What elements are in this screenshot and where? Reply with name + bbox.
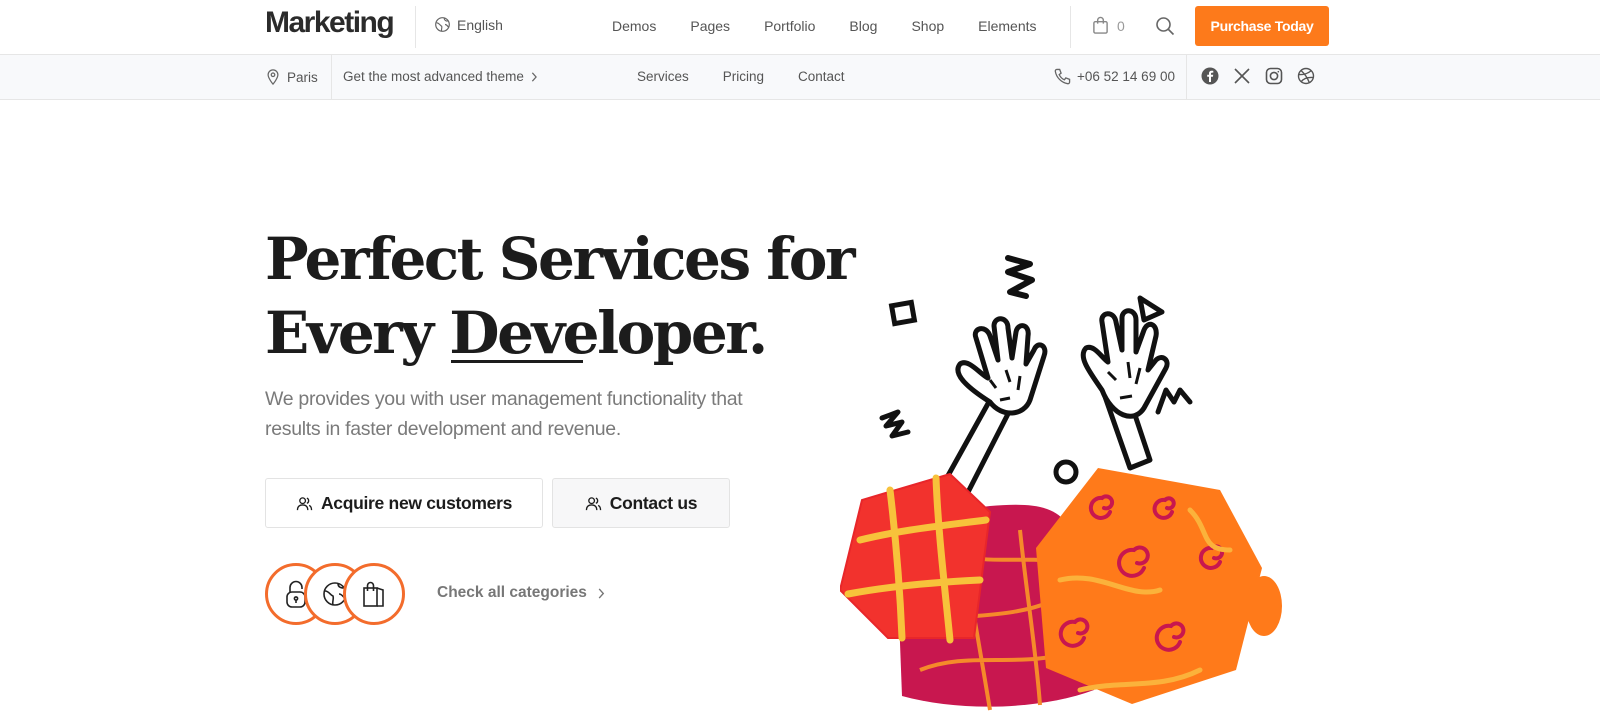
sub-nav: Services Pricing Contact — [637, 69, 879, 84]
logo[interactable]: Marketing — [265, 6, 395, 40]
nav-shop[interactable]: Shop — [911, 18, 944, 34]
search-icon — [1156, 17, 1175, 36]
acquire-customers-button[interactable]: Acquire new customers — [265, 478, 543, 528]
check-categories-label: Check all categories — [437, 584, 587, 601]
shopping-bag-icon — [1093, 16, 1108, 34]
promo-label: Get the most advanced theme — [343, 69, 524, 84]
divider — [1186, 55, 1187, 99]
headline-line-1: Perfect Services for — [265, 225, 856, 293]
purchase-button[interactable]: Purchase Today — [1195, 6, 1329, 46]
divider — [1070, 6, 1071, 48]
phone-number: +06 52 14 69 00 — [1077, 69, 1175, 84]
search-button[interactable] — [1155, 16, 1175, 36]
sub-header: Paris Get the most advanced theme Servic… — [0, 55, 1600, 100]
subnav-contact[interactable]: Contact — [798, 69, 845, 84]
nav-portfolio[interactable]: Portfolio — [764, 18, 815, 34]
hero-description: We provides you with user management fun… — [265, 388, 743, 440]
instagram-icon[interactable] — [1265, 67, 1283, 85]
check-categories-link[interactable]: Check all categories — [437, 584, 605, 602]
contact-us-button[interactable]: Contact us — [552, 478, 730, 528]
main-nav: Demos Pages Portfolio Blog Shop Elements — [612, 18, 1071, 34]
cart-button[interactable]: 0 — [1092, 16, 1125, 35]
nav-blog[interactable]: Blog — [849, 18, 877, 34]
shopping-bag-icon[interactable] — [343, 563, 405, 625]
map-pin-icon — [267, 69, 279, 85]
x-icon[interactable] — [1233, 67, 1251, 85]
headline-underlined-word: Developer. — [449, 299, 768, 367]
users-icon — [585, 496, 601, 510]
chevron-right-icon — [531, 71, 537, 82]
divider — [415, 6, 416, 48]
dribbble-icon[interactable] — [1297, 67, 1315, 85]
facebook-icon[interactable] — [1201, 67, 1219, 85]
globe-icon — [435, 17, 450, 32]
location-label: Paris — [287, 69, 318, 85]
headline-line-2-lead: Every — [265, 299, 450, 367]
hero-headline: Perfect Services for Every Developer. — [265, 222, 856, 370]
nav-elements[interactable]: Elements — [978, 18, 1036, 34]
nav-pages[interactable]: Pages — [690, 18, 730, 34]
subnav-services[interactable]: Services — [637, 69, 689, 84]
chevron-right-icon — [598, 587, 605, 599]
divider — [331, 55, 332, 99]
language-selector[interactable]: English — [434, 16, 503, 33]
category-icons — [265, 563, 410, 625]
users-icon — [296, 496, 313, 510]
phone-icon — [1054, 68, 1071, 85]
acquire-customers-label: Acquire new customers — [320, 492, 513, 513]
cart-count: 0 — [1117, 17, 1125, 34]
hero-illustration — [840, 255, 1282, 711]
language-label: English — [457, 16, 503, 33]
headline-line-2: Every Developer. — [265, 296, 853, 370]
nav-demos[interactable]: Demos — [612, 18, 656, 34]
promo-link[interactable]: Get the most advanced theme — [343, 69, 538, 84]
phone-link[interactable]: +06 52 14 69 00 — [1054, 68, 1175, 85]
contact-us-label: Contact us — [609, 492, 698, 513]
social-links — [1201, 67, 1315, 85]
location[interactable]: Paris — [266, 69, 318, 85]
subnav-pricing[interactable]: Pricing — [723, 69, 764, 84]
top-header: Marketing English Demos Pages Portfolio … — [0, 0, 1600, 55]
